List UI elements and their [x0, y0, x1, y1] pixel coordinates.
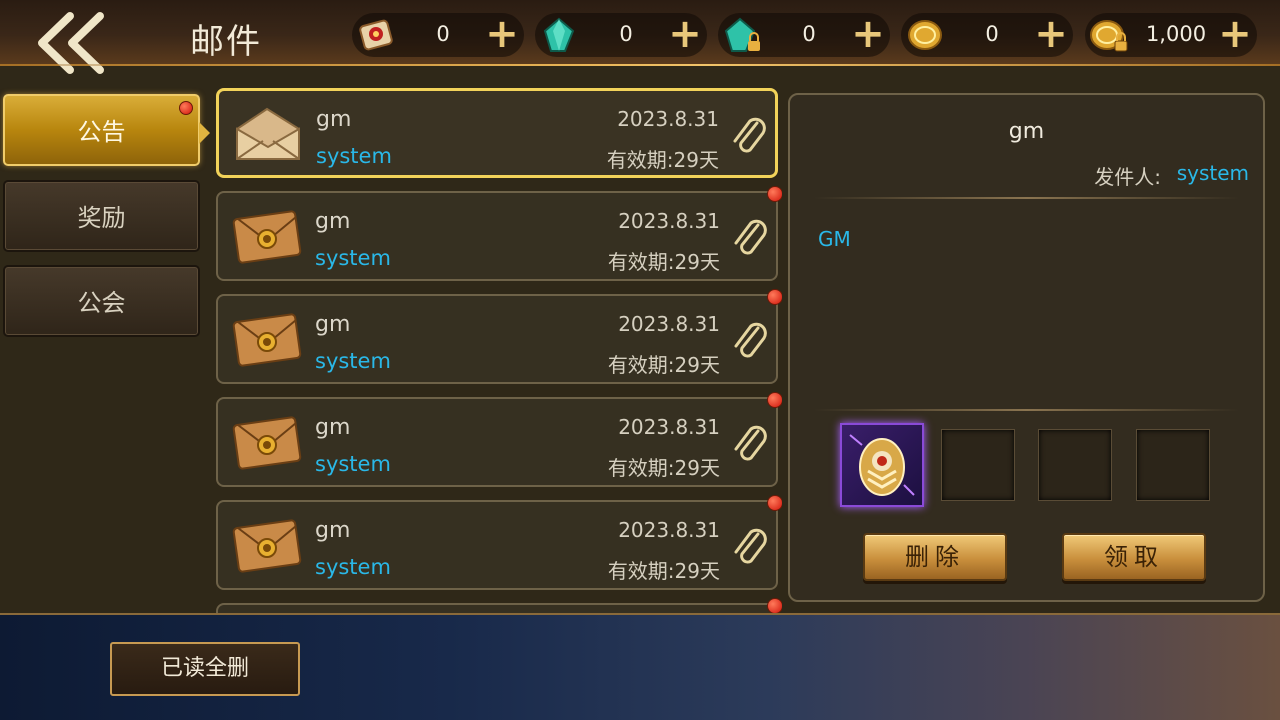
mail-sender: system	[315, 246, 391, 270]
resource-value: 0	[985, 22, 999, 46]
double-chevron-left-icon	[38, 12, 104, 74]
mail-title: gm	[315, 312, 351, 337]
sender-label: 发件人:	[1094, 165, 1161, 189]
notification-dot-icon	[179, 101, 193, 115]
notification-dot-icon	[767, 289, 782, 305]
gold-coin-icon	[908, 20, 942, 50]
attachment-slot	[941, 429, 1015, 501]
mail-date: 2023.8.31	[618, 518, 720, 542]
red-scroll-icon	[359, 19, 393, 51]
attachment-slot[interactable]	[840, 423, 924, 507]
mail-title: gm	[315, 209, 351, 234]
green-crystal-locked-icon	[724, 17, 760, 52]
mail-detail-title: gm	[1008, 119, 1045, 144]
opened-envelope-icon	[236, 107, 300, 160]
resource-red-scroll: 0 +	[352, 13, 524, 57]
resource-green-crystal: 0 +	[535, 13, 707, 57]
resource-value: 0	[436, 22, 450, 46]
resource-value: 0	[619, 22, 633, 46]
add-resource-button[interactable]: +	[667, 14, 703, 54]
add-resource-button[interactable]: +	[1033, 14, 1069, 54]
mail-date: 2023.8.31	[618, 209, 720, 233]
mail-expiry: 有效期:29天	[607, 353, 720, 377]
paperclip-icon	[734, 322, 767, 358]
mail-expiry: 有效期:29天	[607, 456, 720, 480]
active-tab-arrow-icon	[199, 122, 210, 144]
sender-name: system	[1176, 161, 1249, 185]
mail-item[interactable]: gm system 2023.8.31 有效期:29天	[216, 495, 782, 590]
add-resource-button[interactable]: +	[1217, 14, 1253, 54]
mail-item[interactable]: gm system 2023.8.31 有效期:29天	[216, 88, 778, 178]
divider	[814, 409, 1239, 411]
bottom-bar: 已读全删	[0, 613, 1280, 720]
tab-label: 奖励	[77, 204, 126, 232]
paperclip-icon	[733, 117, 766, 153]
mail-title: gm	[315, 415, 351, 440]
add-resource-button[interactable]: +	[484, 14, 520, 54]
tab-label: 公告	[77, 118, 126, 146]
page-title: 邮件	[190, 22, 262, 62]
delete-button[interactable]: 删除	[863, 533, 1007, 581]
mail-date: 2023.8.31	[618, 312, 720, 336]
sealed-envelope-icon	[232, 519, 302, 573]
resource-gold-coin: 0 +	[901, 13, 1073, 57]
mail-title: gm	[315, 518, 351, 543]
mail-date: 2023.8.31	[618, 415, 720, 439]
mail-title: gm	[316, 107, 352, 132]
mail-sender: system	[316, 144, 392, 168]
mail-list[interactable]: gm system 2023.8.31 有效期:29天 gm system 20…	[214, 86, 782, 614]
delete-all-read-button[interactable]: 已读全删	[110, 642, 300, 696]
back-button[interactable]	[34, 10, 114, 80]
attachment-slot	[1038, 429, 1112, 501]
notification-dot-icon	[767, 495, 782, 511]
tab-guild[interactable]: 公会	[3, 265, 200, 337]
divider	[814, 197, 1239, 199]
tab-rewards[interactable]: 奖励	[3, 180, 200, 252]
paperclip-icon	[734, 219, 767, 255]
mail-expiry: 有效期:29天	[607, 250, 720, 274]
gold-coin-locked-icon	[1090, 20, 1128, 52]
mail-item[interactable]: gm system 2023.8.31 有效期:29天	[216, 289, 782, 384]
notification-dot-icon	[767, 392, 782, 408]
attachment-slot	[1136, 429, 1210, 501]
paperclip-icon	[734, 528, 767, 564]
tab-announcement[interactable]: 公告	[3, 94, 210, 166]
add-resource-button[interactable]: +	[850, 14, 886, 54]
mail-item[interactable]: gm system 2023.8.31 有效期:29天	[216, 392, 782, 487]
mail-expiry: 有效期:29天	[606, 148, 719, 172]
mail-expiry: 有效期:29天	[607, 559, 720, 583]
paperclip-icon	[734, 425, 767, 461]
mail-sender: system	[315, 555, 391, 579]
sealed-envelope-icon	[232, 210, 302, 264]
mail-date: 2023.8.31	[617, 107, 719, 131]
green-crystal-icon	[543, 17, 575, 52]
mail-sender: system	[315, 452, 391, 476]
purple-egg-item-icon	[849, 434, 915, 496]
notification-dot-icon	[767, 598, 782, 614]
tab-label: 公会	[77, 289, 126, 317]
resource-green-crystal-locked: 0 +	[718, 13, 890, 57]
sealed-envelope-icon	[232, 313, 302, 367]
mail-body: GM	[818, 227, 851, 251]
mail-sender: system	[315, 349, 391, 373]
resource-value: 0	[802, 22, 816, 46]
resource-gold-coin-locked: 1,000 +	[1085, 13, 1257, 57]
notification-dot-icon	[767, 186, 782, 202]
top-bar: 邮件 0 + 0 + 0 + 0 + 1,000 +	[0, 0, 1280, 74]
sealed-envelope-icon	[232, 416, 302, 470]
claim-button[interactable]: 领取	[1062, 533, 1206, 581]
resource-value: 1,000	[1145, 22, 1207, 46]
mail-item[interactable]: gm system 2023.8.31 有效期:29天	[216, 186, 782, 281]
mail-detail-panel: gm 发件人: system GM 删除 领取	[788, 93, 1265, 602]
